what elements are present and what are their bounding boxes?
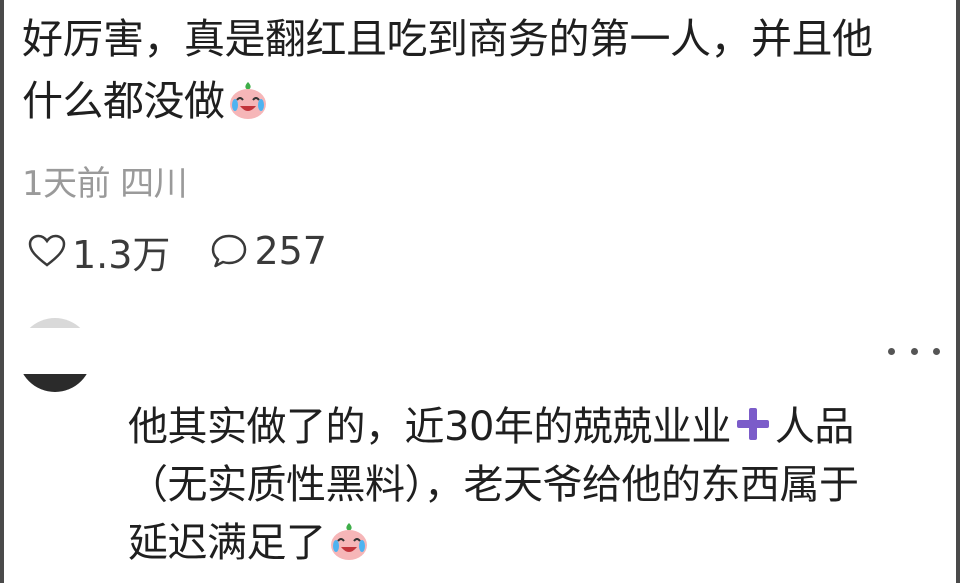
crying-laughing-emoji-icon <box>229 82 266 119</box>
more-dot-icon <box>910 348 918 355</box>
plus-icon <box>736 408 769 440</box>
reply-avatar[interactable] <box>18 318 92 392</box>
avatar-bottom-shade <box>18 374 92 392</box>
post-actions: 1.3万 257 <box>28 224 327 279</box>
more-dot-icon <box>933 348 940 355</box>
like-count: 1.3万 <box>72 232 171 277</box>
reply-text-line3: 延迟满足了 <box>128 514 928 572</box>
more-options-button[interactable] <box>888 348 940 360</box>
crying-laughing-emoji-icon <box>330 523 367 560</box>
post-text-line2-text: 什么都没做 <box>22 77 225 125</box>
reply-text-line3-text: 延迟满足了 <box>128 520 326 566</box>
comment-bubble-icon <box>212 234 247 268</box>
post-meta: 1天前 四川 <box>22 156 188 205</box>
frame-border-left <box>0 0 4 583</box>
avatar-top-shade <box>18 318 92 328</box>
comment-count: 257 <box>254 229 327 273</box>
heart-icon <box>28 234 66 267</box>
post-text-line1: 好厉害，真是翻红且吃到商务的第一人，并且他 <box>22 15 873 63</box>
more-dot-icon <box>888 348 895 355</box>
reply-text-line1-b: 人品 <box>774 404 855 450</box>
frame-border-right <box>956 0 960 583</box>
reply-content: 他其实做了的，近30年的兢兢业业 人品 （无实质性黑料），老天爷给他的东西属于 … <box>128 398 928 572</box>
reply-text-line1: 他其实做了的，近30年的兢兢业业 人品 <box>128 398 928 456</box>
reply-text-line2: （无实质性黑料），老天爷给他的东西属于 <box>128 462 859 508</box>
post-time: 1天前 <box>22 164 111 204</box>
post-location: 四川 <box>120 164 188 204</box>
reply-text-line1-a: 他其实做了的，近30年的兢兢业业 <box>128 404 731 450</box>
post-text-line2: 什么都没做 <box>22 70 922 132</box>
like-button[interactable]: 1.3万 <box>28 224 170 279</box>
post-content: 好厉害，真是翻红且吃到商务的第一人，并且他 什么都没做 <box>22 8 922 132</box>
comment-button[interactable]: 257 <box>210 229 327 273</box>
